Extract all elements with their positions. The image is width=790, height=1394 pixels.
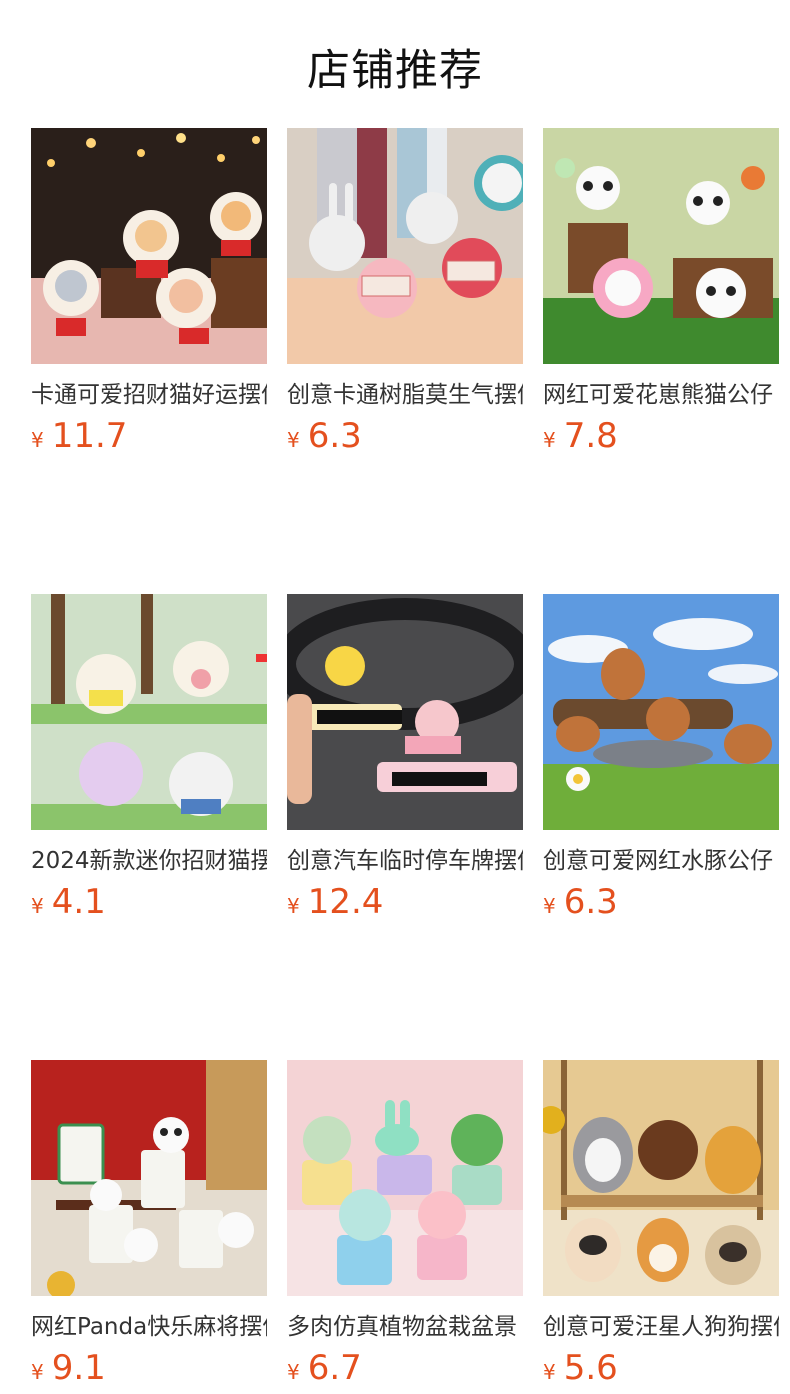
product-name[interactable]: 卡通可爱招财猫好运摆件 bbox=[31, 380, 267, 410]
product-card[interactable]: 2024新款迷你招财猫摆件 ¥4.1 bbox=[31, 594, 267, 928]
product-price: ¥5.6 bbox=[543, 1348, 779, 1394]
product-price: ¥11.7 bbox=[31, 416, 267, 462]
product-image[interactable] bbox=[287, 1060, 523, 1296]
currency-symbol: ¥ bbox=[287, 894, 300, 918]
product-image[interactable] bbox=[543, 1060, 779, 1296]
product-name[interactable]: 网红Panda快乐麻将摆件 bbox=[31, 1312, 267, 1342]
product-image[interactable] bbox=[31, 128, 267, 364]
price-value: 11.7 bbox=[51, 416, 128, 456]
product-grid: 卡通可爱招财猫好运摆件 ¥11.7 创意卡通树脂莫生气摆件 ¥ 6.3 网红可爱… bbox=[31, 128, 779, 1394]
product-card[interactable]: 多肉仿真植物盆栽盆景 ¥6.7 bbox=[287, 1060, 523, 1394]
product-image[interactable] bbox=[543, 128, 779, 364]
product-name[interactable]: 创意可爱汪星人狗狗摆件 bbox=[543, 1312, 779, 1342]
price-value: 4.1 bbox=[51, 882, 106, 922]
product-card[interactable]: 网红Panda快乐麻将摆件 ¥9.1 bbox=[31, 1060, 267, 1394]
product-card[interactable]: 创意可爱网红水豚公仔 ¥6.3 bbox=[543, 594, 779, 928]
page-title: 店铺推荐 bbox=[307, 46, 483, 96]
product-price: ¥6.3 bbox=[287, 416, 523, 462]
product-name[interactable]: 创意可爱网红水豚公仔 bbox=[543, 846, 779, 876]
product-card[interactable]: 创意卡通树脂莫生气摆件 ¥6.3 bbox=[287, 128, 523, 462]
currency-symbol: ¥ bbox=[543, 894, 556, 918]
product-price: ¥4.1 bbox=[31, 882, 267, 928]
product-name[interactable]: 创意汽车临时停车牌摆件 bbox=[287, 846, 523, 876]
price-value: 6.3 bbox=[307, 416, 362, 456]
product-card[interactable]: 网红可爱花崽熊猫公仔 ¥7.8 bbox=[543, 128, 779, 462]
product-price: ¥7.8 bbox=[543, 416, 779, 462]
price-value: 5.6 bbox=[563, 1348, 618, 1388]
product-price: ¥9.1 bbox=[31, 1348, 267, 1394]
currency-symbol: ¥ bbox=[543, 428, 556, 452]
currency-symbol: ¥ bbox=[31, 1360, 44, 1384]
product-name[interactable]: 多肉仿真植物盆栽盆景 bbox=[287, 1312, 523, 1342]
currency-symbol: ¥ bbox=[287, 1360, 300, 1384]
product-image[interactable] bbox=[31, 1060, 267, 1296]
currency-symbol: ¥ bbox=[31, 894, 44, 918]
product-price: ¥12.4 bbox=[287, 882, 523, 928]
product-image[interactable] bbox=[287, 594, 523, 830]
product-price: ¥6.7 bbox=[287, 1348, 523, 1394]
product-card[interactable]: 卡通可爱招财猫好运摆件 ¥11.7 bbox=[31, 128, 267, 462]
product-image[interactable] bbox=[543, 594, 779, 830]
product-name[interactable]: 2024新款迷你招财猫摆件 bbox=[31, 846, 267, 876]
product-image[interactable] bbox=[287, 128, 523, 364]
product-card[interactable]: 创意汽车临时停车牌摆件 ¥12.4 bbox=[287, 594, 523, 928]
price-value: 6.3 bbox=[563, 882, 618, 922]
product-card[interactable]: 创意可爱汪星人狗狗摆件 ¥5.6 bbox=[543, 1060, 779, 1394]
price-value: 9.1 bbox=[51, 1348, 106, 1388]
price-value: 12.4 bbox=[307, 882, 384, 922]
currency-symbol: ¥ bbox=[31, 428, 44, 452]
price-value: 6.7 bbox=[307, 1348, 362, 1388]
currency-symbol: ¥ bbox=[287, 428, 300, 452]
price-value: 7.8 bbox=[563, 416, 618, 456]
product-name[interactable]: 网红可爱花崽熊猫公仔 bbox=[543, 380, 779, 410]
product-image[interactable] bbox=[31, 594, 267, 830]
product-price: ¥6.3 bbox=[543, 882, 779, 928]
product-name[interactable]: 创意卡通树脂莫生气摆件 bbox=[287, 380, 523, 410]
currency-symbol: ¥ bbox=[543, 1360, 556, 1384]
